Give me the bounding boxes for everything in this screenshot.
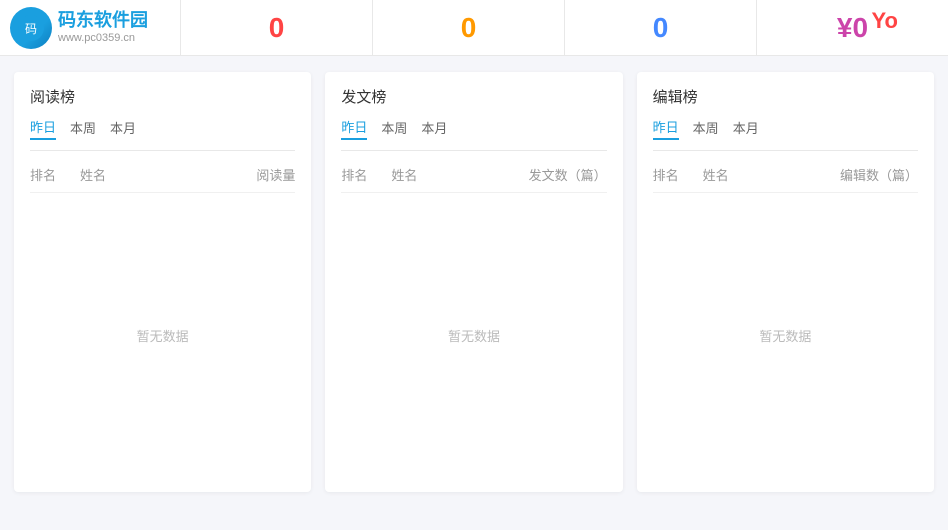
logo-circle: 码 (10, 7, 52, 49)
logo-main-text: 码东软件园 (58, 10, 148, 32)
page-wrapper: 码 码东软件园 www.pc0359.cn 0 0 0 ¥0 Yo 阅读榜 昨日… (0, 0, 948, 508)
header: 码 码东软件园 www.pc0359.cn 0 0 0 ¥0 Yo (0, 0, 948, 56)
stat-block-1: 0 (372, 0, 564, 56)
stat-block-3: ¥0 (756, 0, 948, 56)
top-right-yo-text: Yo (872, 8, 898, 34)
stat-block-2: 0 (564, 0, 756, 56)
card-reading-table-header: 排名 姓名 阅读量 (30, 161, 295, 193)
logo-sub-text: www.pc0359.cn (58, 32, 148, 45)
col-rank-edit: 排名 (653, 165, 703, 184)
col-name-edit: 姓名 (703, 165, 838, 184)
col-value-edit: 编辑数（篇） (838, 165, 918, 184)
logo-area: 码 码东软件园 www.pc0359.cn (0, 0, 180, 56)
card-reading-tabs: 昨日 本周 本月 (30, 117, 295, 140)
card-reading-empty: 暂无数据 (30, 193, 295, 478)
tab-edit-yesterday[interactable]: 昨日 (653, 117, 679, 140)
card-reading: 阅读榜 昨日 本周 本月 排名 姓名 阅读量 暂无数据 (14, 72, 311, 492)
tab-reading-month[interactable]: 本月 (110, 118, 136, 139)
card-posts: 发文榜 昨日 本周 本月 排名 姓名 发文数（篇） 暂无数据 (325, 72, 622, 492)
main-content: 阅读榜 昨日 本周 本月 排名 姓名 阅读量 暂无数据 发文榜 昨日 本周 本月 (0, 56, 948, 508)
tab-reading-week[interactable]: 本周 (70, 118, 96, 139)
col-value-posts: 发文数（篇） (527, 165, 607, 184)
card-edit-title: 编辑榜 (653, 86, 918, 107)
card-edit-empty: 暂无数据 (653, 193, 918, 478)
col-rank-posts: 排名 (341, 165, 391, 184)
card-reading-divider (30, 150, 295, 151)
col-name-reading: 姓名 (80, 165, 215, 184)
card-edit-divider (653, 150, 918, 151)
col-rank-reading: 排名 (30, 165, 80, 184)
tab-posts-week[interactable]: 本周 (381, 118, 407, 139)
svg-text:码: 码 (25, 22, 37, 36)
card-posts-title: 发文榜 (341, 86, 606, 107)
tab-edit-month[interactable]: 本月 (733, 118, 759, 139)
tab-posts-month[interactable]: 本月 (421, 118, 447, 139)
card-posts-tabs: 昨日 本周 本月 (341, 117, 606, 140)
card-reading-title: 阅读榜 (30, 86, 295, 107)
col-name-posts: 姓名 (391, 165, 526, 184)
tab-reading-yesterday[interactable]: 昨日 (30, 117, 56, 140)
stat-block-0: 0 (180, 0, 372, 56)
tab-edit-week[interactable]: 本周 (693, 118, 719, 139)
logo-text-block: 码东软件园 www.pc0359.cn (58, 10, 148, 45)
card-posts-empty: 暂无数据 (341, 193, 606, 478)
card-edit: 编辑榜 昨日 本周 本月 排名 姓名 编辑数（篇） 暂无数据 (637, 72, 934, 492)
card-edit-table-header: 排名 姓名 编辑数（篇） (653, 161, 918, 193)
card-edit-tabs: 昨日 本周 本月 (653, 117, 918, 140)
stat-blocks: 0 0 0 ¥0 (180, 0, 948, 56)
card-posts-table-header: 排名 姓名 发文数（篇） (341, 161, 606, 193)
logo-icon: 码 (17, 14, 45, 42)
tab-posts-yesterday[interactable]: 昨日 (341, 117, 367, 140)
col-value-reading: 阅读量 (215, 165, 295, 184)
card-posts-divider (341, 150, 606, 151)
